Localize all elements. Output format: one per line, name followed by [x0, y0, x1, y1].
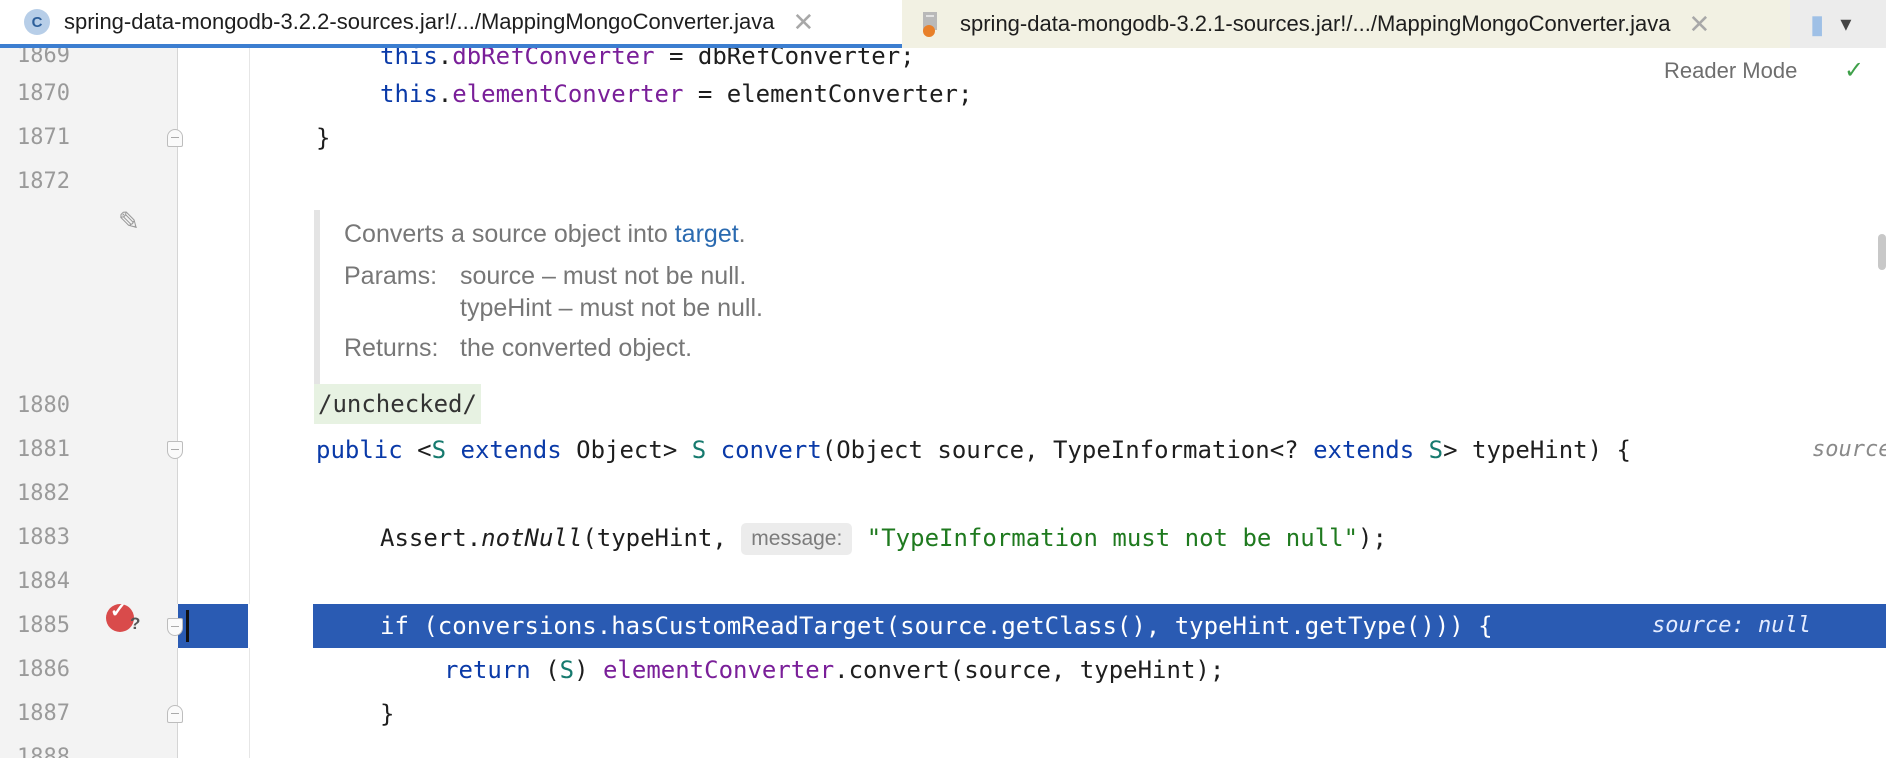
line-number: 1880	[17, 393, 70, 418]
code-text: public <S extends Object> S convert(Obje…	[316, 436, 1631, 464]
inline-debug-value: source: null	[1652, 613, 1811, 638]
javadoc-summary: Converts a source object into target.	[344, 220, 746, 248]
parameter-hint: message:	[741, 523, 853, 555]
text-caret	[186, 610, 189, 642]
code-text: if (conversions.hasCustomReadTarget(sour…	[380, 612, 1493, 640]
code-line: 1886 return (S) elementConverter.convert…	[0, 648, 1886, 692]
javadoc-param: typeHint – must not be null.	[460, 294, 763, 322]
tab-label: spring-data-mongodb-3.2.2-sources.jar!/.…	[64, 9, 775, 34]
editor-tab-bar: C spring-data-mongodb-3.2.2-sources.jar!…	[0, 0, 1886, 48]
close-icon[interactable]: ✕	[793, 7, 815, 38]
check-icon: ✓	[110, 600, 127, 622]
jar-file-icon	[920, 10, 946, 38]
scrollbar-thumb[interactable]	[1878, 234, 1886, 270]
tab-mapping-mongo-converter-3-2-1[interactable]: spring-data-mongodb-3.2.1-sources.jar!/.…	[902, 0, 1790, 48]
code-text: }	[380, 700, 395, 728]
line-number: 1885	[17, 613, 70, 638]
pencil-icon[interactable]: ✎	[118, 206, 140, 237]
code-editor[interactable]: 1869 this.dbRefConverter = dbRefConverte…	[0, 48, 1886, 758]
code-text: this.elementConverter = elementConverter…	[380, 80, 973, 108]
code-line: 1870 this.elementConverter = elementConv…	[0, 72, 1886, 116]
line-number: 1872	[17, 169, 70, 194]
code-line: 1883 Assert.notNull(typeHint, message: "…	[0, 516, 1886, 560]
line-number: 1882	[17, 481, 70, 506]
code-line: 1872	[0, 160, 1886, 204]
javadoc-returns-label: Returns:	[344, 334, 439, 362]
inline-debug-value: source	[1812, 437, 1886, 462]
line-number: 1884	[17, 569, 70, 594]
code-text: }	[316, 124, 331, 152]
line-number: 1888	[17, 745, 70, 758]
tab-overflow[interactable]: ▮ ▾	[1790, 0, 1886, 48]
reader-mode-button[interactable]: Reader Mode	[1664, 58, 1797, 84]
current-execution-line[interactable]: 1885 if (conversions.hasCustomReadTarget…	[0, 604, 1886, 648]
line-number: 1887	[17, 701, 70, 726]
file-icon: ▮	[1810, 8, 1825, 39]
close-icon[interactable]: ✕	[1689, 9, 1711, 40]
line-number: 1883	[17, 525, 70, 550]
code-line: 1887 }	[0, 692, 1886, 736]
code-line: 1880	[0, 384, 1886, 428]
code-line: 1881 public <S extends Object> S convert…	[0, 428, 1886, 472]
class-file-icon: C	[24, 9, 50, 35]
annotation-text: /unchecked/	[314, 384, 481, 424]
tab-mapping-mongo-converter-3-2-2[interactable]: C spring-data-mongodb-3.2.2-sources.jar!…	[0, 0, 902, 48]
chevron-down-icon[interactable]: ▾	[1840, 11, 1851, 37]
code-line: 1871 }	[0, 116, 1886, 160]
fold-marker-icon[interactable]	[167, 129, 183, 147]
line-number: 1871	[17, 125, 70, 150]
code-text: Assert.notNull(typeHint, message: "TypeI…	[380, 516, 1387, 560]
javadoc-link[interactable]: target	[675, 220, 739, 248]
javadoc-returns: the converted object.	[460, 334, 693, 362]
check-icon[interactable]: ✓	[1844, 56, 1864, 85]
fold-marker-icon[interactable]	[167, 441, 183, 459]
fold-marker-icon[interactable]	[167, 618, 183, 636]
javadoc-param: source – must not be null.	[460, 262, 747, 290]
fold-marker-icon[interactable]	[167, 705, 183, 723]
line-number: 1886	[17, 657, 70, 682]
javadoc-params-label: Params:	[344, 262, 438, 290]
question-icon: ?	[130, 614, 141, 633]
code-line: 1888	[0, 736, 1886, 758]
tab-label: spring-data-mongodb-3.2.1-sources.jar!/.…	[960, 11, 1671, 36]
line-number: 1870	[17, 81, 70, 106]
line-number: 1881	[17, 437, 70, 462]
code-line: 1884	[0, 560, 1886, 604]
code-line: 1882	[0, 472, 1886, 516]
code-text: return (S) elementConverter.convert(sour…	[444, 656, 1225, 684]
indent-gap	[248, 604, 313, 648]
